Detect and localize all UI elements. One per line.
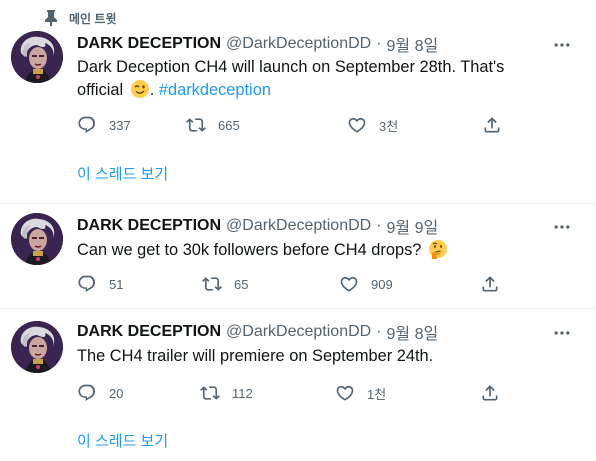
tweet-text-line: Dark Deception CH4 will launch on Septem… bbox=[77, 58, 505, 76]
reply-icon bbox=[77, 383, 97, 403]
heart-icon bbox=[347, 115, 367, 135]
author-name[interactable]: DARK DECEPTION bbox=[77, 35, 221, 53]
tweet[interactable]: DARK DECEPTION @DarkDeceptionDD · 9월 8일 … bbox=[0, 0, 596, 205]
heart-icon bbox=[335, 383, 355, 403]
share-button[interactable] bbox=[482, 115, 502, 135]
author-name[interactable]: DARK DECEPTION bbox=[77, 323, 221, 341]
retweet-count: 112 bbox=[232, 385, 253, 401]
like-count: 1천 bbox=[367, 386, 387, 402]
author-handle[interactable]: @DarkDeceptionDD bbox=[226, 217, 371, 235]
more-icon[interactable] bbox=[552, 323, 572, 343]
tweet-text-line: Can we get to 30k followers before CH4 d… bbox=[77, 241, 422, 259]
tweet-text-line: official bbox=[77, 81, 124, 99]
heart-icon bbox=[339, 274, 359, 294]
separator: · bbox=[376, 35, 382, 52]
tweet-date[interactable]: 9월 8일 bbox=[387, 320, 439, 344]
tweet-text: Can we get to 30k followers before CH4 d… bbox=[77, 239, 557, 266]
retweet-button[interactable]: 665 bbox=[186, 115, 240, 135]
more-icon[interactable] bbox=[552, 35, 572, 55]
tweet[interactable]: DARK DECEPTION @DarkDeceptionDD · 9월 9일 … bbox=[0, 204, 596, 309]
avatar[interactable] bbox=[11, 31, 63, 83]
show-thread-link[interactable]: 이 스레드 보기 bbox=[77, 163, 168, 183]
share-icon bbox=[482, 115, 502, 135]
retweet-icon bbox=[186, 115, 206, 135]
like-count: 909 bbox=[371, 276, 393, 292]
reply-count: 51 bbox=[109, 276, 124, 292]
tweet-actions: 337 665 3천 bbox=[77, 115, 507, 135]
like-button[interactable]: 909 bbox=[339, 274, 393, 294]
share-icon bbox=[480, 383, 500, 403]
retweet-icon bbox=[200, 383, 220, 403]
show-thread-link[interactable]: 이 스레드 보기 bbox=[77, 430, 168, 450]
tweet-text-punct: . bbox=[149, 81, 159, 99]
hashtag-link[interactable]: #darkdeception bbox=[159, 81, 271, 99]
share-button[interactable] bbox=[480, 274, 500, 294]
retweet-icon bbox=[202, 274, 222, 294]
reply-button[interactable]: 51 bbox=[77, 274, 123, 294]
like-button[interactable]: 3천 bbox=[347, 115, 398, 135]
reply-button[interactable]: 20 bbox=[77, 383, 123, 403]
retweet-button[interactable]: 112 bbox=[200, 383, 253, 403]
avatar[interactable] bbox=[11, 213, 63, 265]
author-handle[interactable]: @DarkDeceptionDD bbox=[226, 323, 371, 341]
author-handle[interactable]: @DarkDeceptionDD bbox=[226, 35, 371, 53]
share-button[interactable] bbox=[480, 383, 500, 403]
tweet-actions: 20 112 1천 bbox=[77, 383, 507, 403]
author-name[interactable]: DARK DECEPTION bbox=[77, 217, 221, 235]
like-count: 3천 bbox=[379, 118, 399, 134]
like-button[interactable]: 1천 bbox=[335, 383, 386, 403]
retweet-count: 65 bbox=[234, 276, 249, 292]
share-icon bbox=[480, 274, 500, 294]
reply-icon bbox=[77, 115, 97, 135]
tweet-text: Dark Deception CH4 will launch on Septem… bbox=[77, 56, 557, 106]
reply-count: 20 bbox=[109, 385, 124, 401]
tweet-date[interactable]: 9월 8일 bbox=[387, 32, 439, 56]
tweet[interactable]: DARK DECEPTION @DarkDeceptionDD · 9월 8일 … bbox=[0, 309, 596, 461]
retweet-button[interactable]: 65 bbox=[202, 274, 248, 294]
tweet-actions: 51 65 909 bbox=[77, 274, 507, 294]
reply-button[interactable]: 337 bbox=[77, 115, 131, 135]
tweet-text-line: The CH4 trailer will premiere on Septemb… bbox=[77, 347, 434, 365]
thinking-face-emoji bbox=[428, 239, 448, 266]
tweet-text: The CH4 trailer will premiere on Septemb… bbox=[77, 345, 557, 368]
tweet-date[interactable]: 9월 9일 bbox=[387, 214, 439, 238]
reply-icon bbox=[77, 274, 97, 294]
more-icon[interactable] bbox=[552, 217, 572, 237]
wink-face-emoji bbox=[130, 79, 150, 106]
separator: · bbox=[376, 217, 382, 234]
retweet-count: 665 bbox=[218, 117, 240, 133]
avatar[interactable] bbox=[11, 321, 63, 373]
reply-count: 337 bbox=[109, 117, 131, 133]
separator: · bbox=[376, 323, 382, 340]
